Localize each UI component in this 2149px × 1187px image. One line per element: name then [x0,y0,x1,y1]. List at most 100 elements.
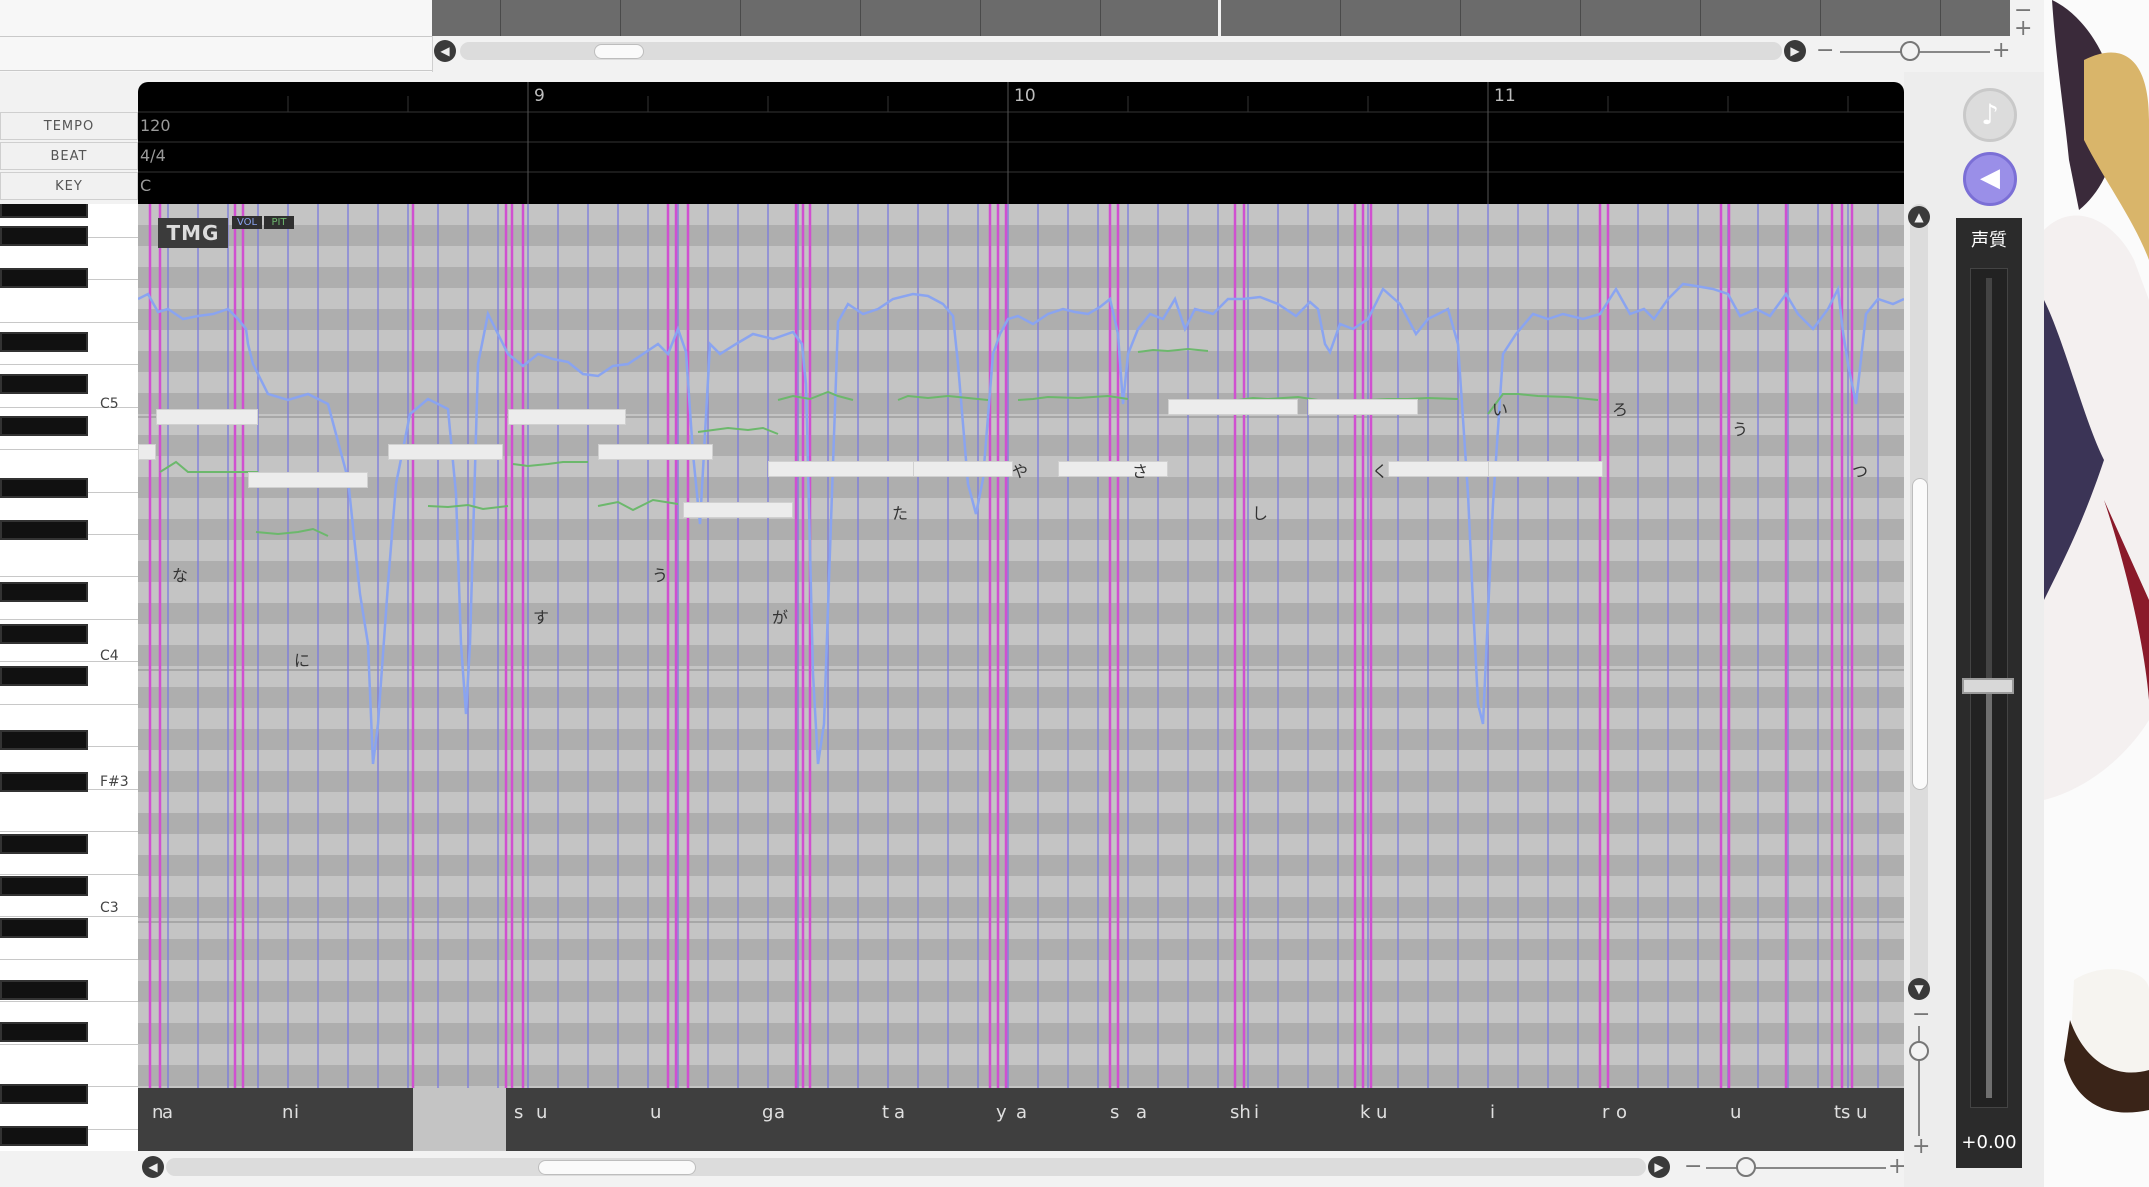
top-scroll-thumb[interactable] [594,44,644,59]
phoneme-label[interactable]: ts [1834,1102,1850,1123]
phoneme-label[interactable]: s [514,1102,523,1123]
phoneme-label[interactable]: a [894,1102,905,1123]
note-block[interactable] [598,444,713,460]
speaker-icon[interactable]: ◀ [1963,152,2017,206]
vertical-zoom-slider[interactable] [1909,1041,1929,1061]
pit-toggle[interactable]: PIT [264,216,294,229]
lyric-label[interactable]: い [1492,396,1508,420]
lyric-label[interactable]: す [533,604,549,628]
lyric-label[interactable]: う [652,562,668,586]
key-value[interactable]: C [140,176,151,195]
bottom-zoom-out-button[interactable]: − [1684,1156,1702,1178]
top-zoom-in-button[interactable]: + [1992,40,2010,62]
note-block[interactable] [248,472,368,488]
voice-quality-label: 声質 [1971,230,2007,251]
note-block[interactable] [508,409,626,425]
vertical-zoom-out-button[interactable]: − [1912,1004,1930,1026]
bottom-scroll-right-button[interactable]: ▶ [1648,1156,1670,1178]
lyric-label[interactable]: に [294,647,310,671]
phoneme-label[interactable]: a [774,1102,785,1123]
phoneme-label[interactable]: u [536,1102,547,1123]
bottom-zoom-track[interactable] [1706,1167,1886,1169]
phoneme-label[interactable]: y [996,1102,1007,1123]
music-note-icon[interactable]: ♪ [1963,88,2017,142]
vol-toggle[interactable]: VOL [232,216,262,229]
tempo-row-label: TEMPO [0,112,138,140]
bottom-scroll-left-button[interactable]: ◀ [142,1156,164,1178]
phoneme-label[interactable]: a [162,1102,173,1123]
lyric-label[interactable]: ろ [1612,396,1628,420]
note-block[interactable] [1308,399,1418,415]
phoneme-label[interactable]: a [1136,1102,1147,1123]
lyric-label[interactable]: や [1012,458,1028,482]
key-label-fsharp3: F#3 [100,774,129,790]
note-block[interactable] [768,461,918,477]
phoneme-label[interactable]: r [1602,1102,1609,1123]
note-block[interactable] [156,409,258,425]
track-name-badge[interactable]: TMG [158,218,228,248]
phoneme-label[interactable]: n [282,1102,293,1123]
window-plus-button[interactable]: + [2014,18,2032,40]
phoneme-label[interactable]: t [882,1102,889,1123]
lyric-label[interactable]: く [1372,458,1388,482]
phoneme-label[interactable]: a [1016,1102,1027,1123]
phoneme-label[interactable]: u [1730,1102,1741,1123]
measure-number: 10 [1014,86,1036,106]
lyric-label[interactable]: た [892,500,908,524]
voice-quality-slider[interactable] [1962,678,2014,694]
phoneme-label[interactable]: s [1110,1102,1119,1123]
phoneme-label[interactable]: k [1360,1102,1370,1123]
top-horizontal-scrollbar[interactable] [460,42,1782,60]
bottom-scroll-thumb[interactable] [538,1160,696,1175]
piano-keyboard[interactable]: C5 C4 F#3 C3 [0,204,138,1151]
note-block[interactable] [1488,461,1603,477]
lyric-label[interactable]: う [1732,416,1748,440]
top-playhead[interactable] [1218,0,1221,36]
piano-roll-grid[interactable]: な に す う が た や さ し く い ろ う つ TMG VOL PIT … [138,204,1904,1151]
beat-row-label: BEAT [0,142,138,170]
note-block[interactable] [913,461,1013,477]
phoneme-label[interactable]: sh [1230,1102,1251,1123]
top-zoom-out-button[interactable]: − [1816,40,1834,62]
note-block[interactable] [388,444,503,460]
lyric-label[interactable]: さ [1132,458,1148,482]
measure-number: 11 [1494,86,1516,106]
bottom-zoom-slider[interactable] [1736,1157,1756,1177]
phoneme-label[interactable]: i [1254,1102,1259,1123]
lyric-label[interactable]: が [772,604,788,628]
top-scroll-right-button[interactable]: ▶ [1784,40,1806,62]
top-zoom-slider[interactable] [1900,41,1920,61]
bottom-horizontal-scrollbar[interactable] [166,1158,1646,1176]
scroll-up-button[interactable]: ▲ [1908,206,1930,228]
note-block[interactable] [138,444,156,460]
character-artwork [2044,0,2149,1187]
note-block[interactable] [1168,399,1298,415]
phoneme-label[interactable]: i [1490,1102,1495,1123]
note-block[interactable] [683,502,793,518]
lyric-label[interactable]: つ [1852,458,1868,482]
beat-value[interactable]: 4/4 [140,146,166,165]
top-scroll-left-button[interactable]: ◀ [434,40,456,62]
phoneme-label[interactable]: g [762,1102,773,1123]
phoneme-label[interactable]: i [294,1102,299,1123]
phoneme-label[interactable]: o [1616,1102,1627,1123]
top-track-overview[interactable] [432,0,2010,36]
phoneme-label[interactable]: u [1376,1102,1387,1123]
lyric-label[interactable]: な [172,562,188,586]
phoneme-label[interactable]: u [650,1102,661,1123]
note-block[interactable] [1058,461,1168,477]
top-left-panel [0,0,433,72]
vertical-scroll-thumb[interactable] [1912,478,1928,790]
measure-number: 9 [534,86,545,106]
voice-quality-value[interactable]: +0.00 [1956,1132,2022,1153]
key-row-label: KEY [0,172,138,200]
vertical-zoom-in-button[interactable]: + [1912,1136,1930,1158]
note-block[interactable] [1388,461,1503,477]
octave-label-c5: C5 [100,396,119,412]
scroll-down-button[interactable]: ▼ [1908,978,1930,1000]
tempo-value[interactable]: 120 [140,116,171,135]
lyric-label[interactable]: し [1252,500,1268,524]
octave-label-c4: C4 [100,648,119,664]
octave-label-c3: C3 [100,900,119,916]
phoneme-label[interactable]: u [1856,1102,1867,1123]
